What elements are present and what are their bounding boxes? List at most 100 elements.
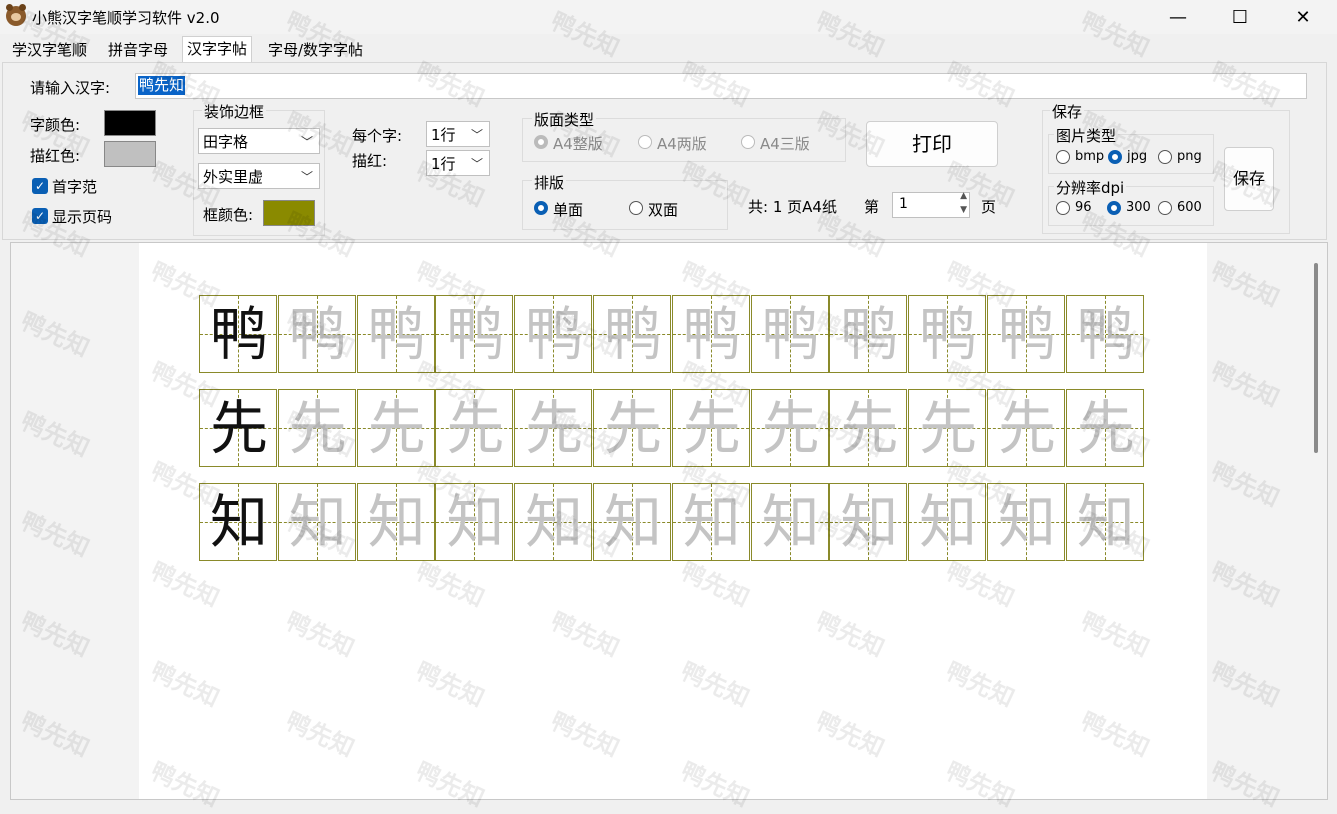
chevron-down-icon: ﹀ bbox=[300, 170, 313, 184]
grid-cell: 先 bbox=[750, 389, 829, 467]
tab-pinyin[interactable]: 拼音字母 bbox=[104, 38, 172, 62]
trace-rows-label: 描红: bbox=[352, 152, 388, 170]
minimize-button[interactable]: — bbox=[1147, 0, 1209, 34]
grid-cell: 鸭 bbox=[199, 295, 277, 373]
grid-type-select[interactable]: 田字格 ﹀ bbox=[198, 128, 320, 154]
tab-copybook[interactable]: 汉字字帖 bbox=[182, 36, 253, 64]
trace-character: 先 bbox=[997, 394, 1056, 462]
vertical-scrollbar[interactable] bbox=[1314, 263, 1318, 453]
save-button[interactable]: 保存 bbox=[1224, 147, 1274, 211]
grid-cell: 鸭 bbox=[671, 295, 750, 373]
trace-character: 先 bbox=[288, 394, 347, 462]
grid-cell: 知 bbox=[356, 483, 435, 561]
grid-cell: 知 bbox=[750, 483, 829, 561]
first-model-label: 首字范 bbox=[52, 178, 98, 196]
trace-character: 知 bbox=[919, 488, 978, 556]
jpg-radio[interactable] bbox=[1108, 150, 1122, 164]
single-side-label: 单面 bbox=[553, 201, 584, 219]
chevron-down-icon: ﹀ bbox=[300, 135, 313, 149]
close-button[interactable]: ✕ bbox=[1272, 0, 1334, 34]
trace-color-swatch[interactable] bbox=[104, 141, 156, 167]
layout-a4-two-radio[interactable] bbox=[638, 135, 652, 149]
show-page-label: 显示页码 bbox=[52, 208, 113, 226]
copybook-row: 知知知知知知知知知知知知 bbox=[199, 483, 1145, 561]
page-number-spinner[interactable]: 1 ▲ ▼ bbox=[892, 191, 970, 218]
trace-color-label: 描红色: bbox=[30, 147, 81, 165]
tab-stroke-order[interactable]: 学汉字笔顺 bbox=[8, 38, 91, 62]
trace-character: 先 bbox=[603, 394, 662, 462]
trace-character: 知 bbox=[446, 488, 505, 556]
grid-cell: 鸭 bbox=[1065, 295, 1144, 373]
grid-cell: 鸭 bbox=[750, 295, 829, 373]
hanzi-input[interactable]: 鸭先知 bbox=[135, 73, 1307, 99]
trace-character: 先 bbox=[682, 394, 741, 462]
trace-character: 鸭 bbox=[446, 300, 505, 368]
grid-cell: 知 bbox=[908, 483, 987, 561]
grid-cell: 鸭 bbox=[356, 295, 435, 373]
spin-down-icon[interactable]: ▼ bbox=[960, 205, 967, 215]
first-model-checkbox[interactable]: ✓ bbox=[32, 178, 48, 194]
dpi-600-radio[interactable] bbox=[1158, 201, 1172, 215]
bmp-radio[interactable] bbox=[1056, 150, 1070, 164]
double-side-label: 双面 bbox=[648, 201, 679, 219]
trace-character: 知 bbox=[525, 488, 584, 556]
per-char-select[interactable]: 1行 ﹀ bbox=[426, 121, 490, 147]
model-character: 先 bbox=[209, 394, 268, 462]
grid-cell: 鸭 bbox=[987, 295, 1065, 373]
font-color-swatch[interactable] bbox=[104, 110, 156, 136]
dpi-96-radio[interactable] bbox=[1056, 201, 1070, 215]
trace-character: 知 bbox=[682, 488, 741, 556]
trace-character: 先 bbox=[367, 394, 426, 462]
grid-cell: 先 bbox=[671, 389, 750, 467]
maximize-button[interactable]: ☐ bbox=[1209, 0, 1271, 34]
grid-cell: 知 bbox=[277, 483, 356, 561]
grid-cell: 先 bbox=[277, 389, 356, 467]
grid-cell: 先 bbox=[908, 389, 987, 467]
dpi-96-label: 96 bbox=[1075, 200, 1092, 215]
grid-cell: 知 bbox=[671, 483, 750, 561]
line-style-value: 外实里虚 bbox=[203, 168, 264, 186]
bear-app-icon bbox=[6, 4, 26, 26]
trace-character: 知 bbox=[603, 488, 662, 556]
trace-character: 先 bbox=[1076, 394, 1135, 462]
dpi-300-radio[interactable] bbox=[1107, 201, 1121, 215]
grid-cell: 先 bbox=[435, 389, 514, 467]
trace-rows-select[interactable]: 1行 ﹀ bbox=[426, 150, 490, 176]
grid-cell: 鸭 bbox=[829, 295, 908, 373]
per-char-label: 每个字: bbox=[352, 127, 403, 145]
frame-color-swatch[interactable] bbox=[263, 200, 315, 226]
grid-cell: 知 bbox=[514, 483, 593, 561]
page-number-value: 1 bbox=[899, 196, 908, 212]
double-side-radio[interactable] bbox=[629, 201, 643, 215]
dpi-300-label: 300 bbox=[1126, 200, 1151, 215]
font-color-label: 字颜色: bbox=[30, 116, 81, 134]
preview-canvas[interactable]: 鸭鸭鸭鸭鸭鸭鸭鸭鸭鸭鸭鸭先先先先先先先先先先先先知知知知知知知知知知知知 bbox=[10, 242, 1328, 800]
tab-letter-copybook[interactable]: 字母/数字字帖 bbox=[264, 38, 367, 62]
layout-a4-three-radio[interactable] bbox=[741, 135, 755, 149]
png-label: png bbox=[1177, 149, 1202, 164]
layout-a4-full-radio[interactable] bbox=[534, 135, 548, 149]
trace-character: 鸭 bbox=[525, 300, 584, 368]
trace-character: 先 bbox=[525, 394, 584, 462]
trace-character: 先 bbox=[919, 394, 978, 462]
grid-cell: 先 bbox=[987, 389, 1065, 467]
grid-cell: 先 bbox=[514, 389, 593, 467]
trace-character: 先 bbox=[446, 394, 505, 462]
trace-character: 鸭 bbox=[288, 300, 347, 368]
line-style-select[interactable]: 外实里虚 ﹀ bbox=[198, 163, 320, 189]
trace-character: 先 bbox=[840, 394, 899, 462]
single-side-radio[interactable] bbox=[534, 201, 548, 215]
grid-cell: 鸭 bbox=[277, 295, 356, 373]
hanzi-input-value: 鸭先知 bbox=[138, 76, 186, 95]
dpi-600-label: 600 bbox=[1177, 200, 1202, 215]
trace-character: 鸭 bbox=[997, 300, 1056, 368]
grid-cell: 鸭 bbox=[908, 295, 987, 373]
trace-character: 知 bbox=[288, 488, 347, 556]
grid-cell: 先 bbox=[199, 389, 277, 467]
input-label: 请输入汉字: bbox=[30, 79, 111, 97]
show-page-checkbox[interactable]: ✓ bbox=[32, 208, 48, 224]
copybook-row: 鸭鸭鸭鸭鸭鸭鸭鸭鸭鸭鸭鸭 bbox=[199, 295, 1145, 373]
print-button[interactable]: 打印 bbox=[866, 121, 998, 167]
spin-up-icon[interactable]: ▲ bbox=[960, 191, 967, 201]
png-radio[interactable] bbox=[1158, 150, 1172, 164]
